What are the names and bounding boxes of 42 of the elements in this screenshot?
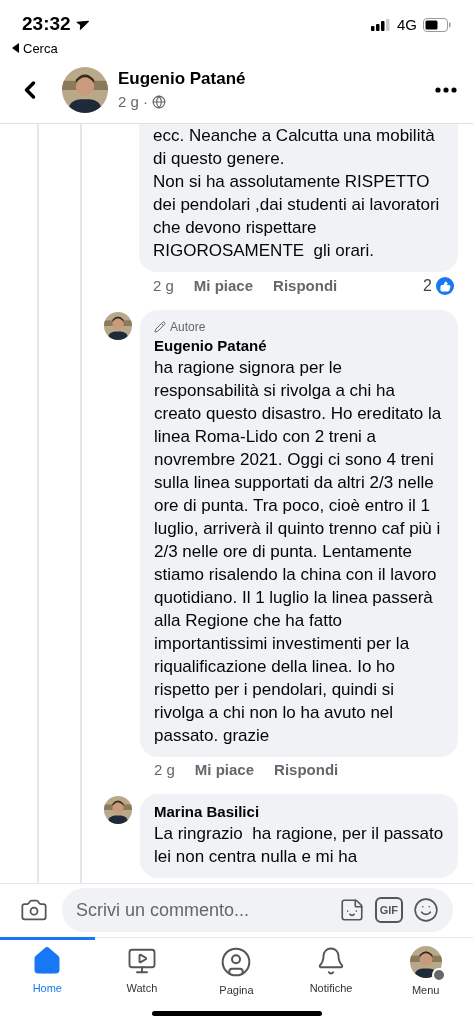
commenter-avatar <box>104 795 132 824</box>
signal-icon <box>371 19 391 31</box>
sticker-icon <box>338 897 365 923</box>
page-name[interactable]: Eugenio Patané <box>118 65 435 91</box>
commenter-avatar <box>104 312 132 340</box>
more-button[interactable] <box>435 86 457 93</box>
status-time: 23:32 <box>22 12 71 36</box>
comment-author[interactable]: Marina Basilici <box>154 801 444 822</box>
comment-time: 2 g <box>154 760 175 780</box>
back-to-app-link[interactable]: Cerca <box>23 38 58 58</box>
author-label: Autore <box>170 319 206 336</box>
like-link[interactable]: Mi piace <box>193 274 254 298</box>
nav-tab[interactable]: Watch <box>94 936 190 1002</box>
like-link[interactable]: Mi piace <box>194 759 255 782</box>
pencil-icon <box>154 321 166 333</box>
nav-tab[interactable]: Home <box>0 936 95 1002</box>
reaction-count: 2 <box>423 276 432 296</box>
comment-time: 2 g <box>153 275 174 296</box>
profile-icon <box>220 945 253 978</box>
network-type: 4G <box>397 14 417 35</box>
comment-author[interactable]: Eugenio Patané <box>154 336 444 356</box>
like-reaction-icon <box>436 277 454 295</box>
comment-text: Non si ha assolutamente RISPETTO dei pendolari ,dai studenti ai lavoratori che devono rispettare RIGOROSAMENTE gli orari. <box>153 171 441 262</box>
more-icon <box>435 86 457 93</box>
profile-avatar <box>409 945 442 978</box>
gif-button[interactable]: GIF <box>374 896 403 924</box>
comment-field[interactable]: Scrivi un commento... GIF <box>62 888 453 932</box>
home-icon <box>32 945 63 976</box>
battery-icon <box>423 18 451 32</box>
comment-text: ha ragione signora per le responsabilità si rivolga a chi ha creato questo disastro. Ho ereditato la linea Roma-Lido con 2 treni a novrembre 2021. Oggi ci sono 4 treni sulla linea supportati da altri 2/3 nelle ore di punta. Tra poco, cioè entro il 1 luglio, arriverà il quinto trenno caf più i 2/3 nelle ore di punta. Lentamente stiamo risalendo la china con il lavoro quotidiano. Il 1 luglio la linea passerà alla Regione che ha fatto importantissimi investimenti per la riqualificazione della linea. Io ho rispetto per i pendolari, quindi si rivolga a chi non lo ha avuto nel passato. grazie <box>154 357 443 747</box>
comment-text: ecc. Neanche a Calcutta una mobilità di questo genere. <box>153 125 436 170</box>
post-meta: 2 g · <box>118 92 148 112</box>
reply-link[interactable]: Rispondi <box>273 274 338 298</box>
nav-tab[interactable]: Pagina <box>189 936 284 1002</box>
nav-tab[interactable]: Menu <box>378 936 473 1002</box>
back-triangle-icon <box>12 43 19 54</box>
globe-icon <box>152 95 166 110</box>
nav-tab[interactable]: Notifiche <box>283 936 379 1002</box>
comment-text: La ringrazio ha ragione, per il passato lei non centra nulla e mi ha <box>154 822 444 868</box>
emoji-icon <box>413 897 439 923</box>
page-avatar <box>62 66 108 113</box>
reply-link[interactable]: Rispondi <box>274 759 339 782</box>
